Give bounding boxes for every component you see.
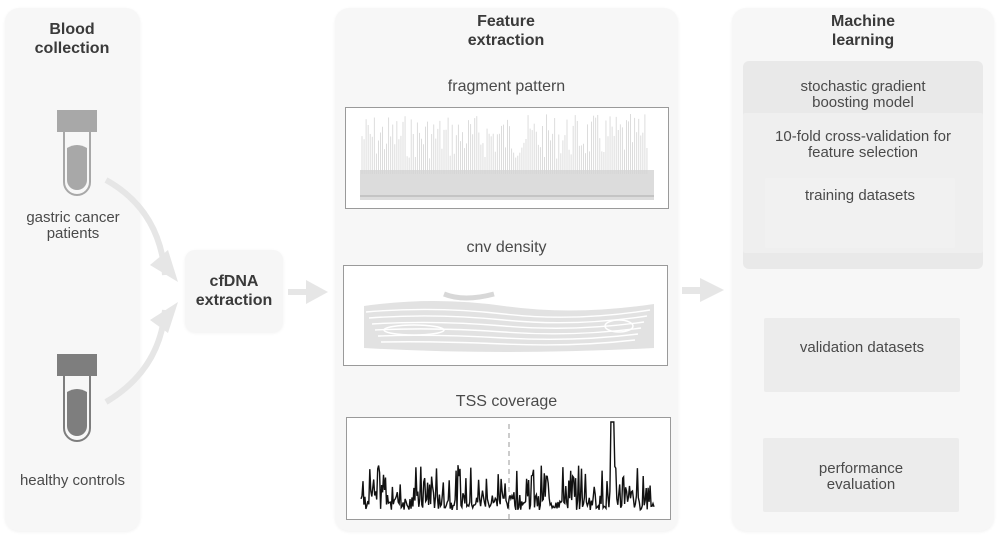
cnv-density-plot xyxy=(343,265,668,366)
arrowhead xyxy=(700,278,724,302)
arrowhead xyxy=(150,250,178,282)
tss-coverage-plot xyxy=(346,417,671,520)
feature-label-fragment-pattern: fragment pattern xyxy=(447,78,566,95)
fragment-pattern-plot xyxy=(345,107,669,209)
cv-box: 10-fold cross-validation for feature sel… xyxy=(743,113,983,253)
tss-coverage-line xyxy=(360,421,655,512)
cfdna-extraction-title: cfDNA extraction xyxy=(195,273,273,309)
fragment-pattern-thumbnail xyxy=(360,114,654,200)
validation-datasets-box: validation datasets xyxy=(764,318,960,392)
cnv-contour-top xyxy=(443,291,495,301)
feature-label-tss-coverage: TSS coverage xyxy=(455,393,558,410)
arrowhead xyxy=(150,302,178,333)
machine-learning-panel: Machine learning stochastic gradient boo… xyxy=(732,8,994,531)
performance-evaluation-label: performance evaluation xyxy=(818,460,904,493)
machine-learning-title: Machine learning xyxy=(830,13,895,49)
sgb-model-box: stochastic gradient boosting model 10-fo… xyxy=(743,61,983,269)
cfdna-extraction-box: cfDNA extraction xyxy=(185,250,283,332)
arrowhead xyxy=(306,280,328,304)
feature-extraction-title: Feature extraction xyxy=(467,13,545,49)
cv-label: 10-fold cross-validation for feature sel… xyxy=(775,128,951,161)
training-datasets-box: training datasets xyxy=(765,178,955,248)
training-datasets-label: training datasets xyxy=(804,187,916,204)
tss-coverage-line-thumbnail xyxy=(360,421,655,519)
validation-datasets-label: validation datasets xyxy=(799,339,925,356)
cnv-density-contour-thumbnail xyxy=(364,291,654,352)
performance-evaluation-box: performance evaluation xyxy=(763,438,959,512)
feature-extraction-panel: Feature extraction fragment pattern cnv … xyxy=(335,8,678,531)
feature-label-cnv-density: cnv density xyxy=(466,239,547,256)
sgb-model-label: stochastic gradient boosting model xyxy=(800,78,926,111)
